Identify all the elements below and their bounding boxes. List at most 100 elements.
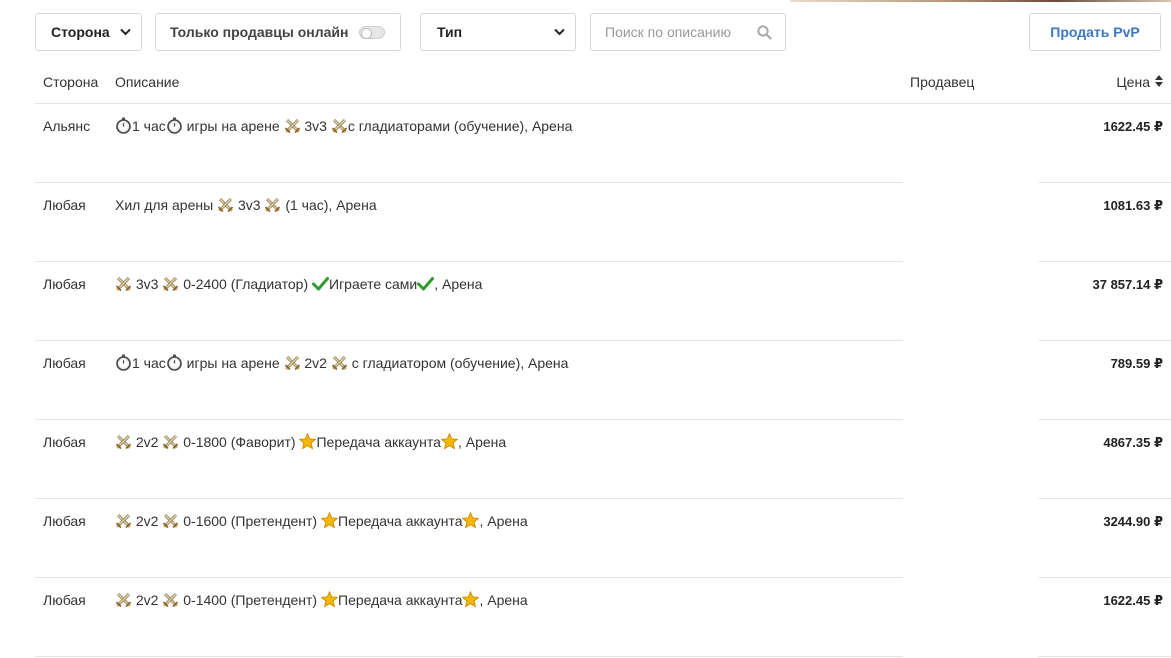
table-row[interactable]: Любая 3v3 0-2400 (Гладиатор) Играете сам… [35,262,1171,341]
row-price: 1081.63 ₽ [1103,198,1163,213]
star-icon [321,591,338,608]
table-row[interactable]: Любая 1 час игры на арене 2v2 с гладиатор… [35,341,1171,420]
crossed-swords-icon [162,591,179,608]
description-text: 1 час [132,354,166,371]
filter-toolbar: Сторона Только продавцы онлайн Тип Прода… [35,13,1161,51]
description-text: игры на арене [182,354,284,371]
crossed-swords-icon [115,591,132,608]
chevron-down-icon [120,28,131,36]
online-sellers-filter[interactable]: Только продавцы онлайн [155,13,401,51]
description-text: с гладиатором (обучение), Арена [347,354,569,371]
star-icon [462,591,480,608]
row-side: Любая [43,197,86,213]
row-description[interactable]: 2v2 0-1600 (Претендент) Передача аккаунт… [115,512,528,529]
description-text: Передача аккаунта [316,433,441,450]
row-side: Любая [43,434,86,450]
crossed-swords-icon [331,117,348,134]
search-input[interactable] [603,14,757,50]
type-select[interactable]: Тип [420,13,576,51]
star-icon [299,433,317,450]
description-text: с гладиаторами (обучение), Арена [347,117,573,134]
price-header-label: Цена [1116,74,1150,90]
stopwatch-icon [166,117,183,134]
description-text: (1 час), Арена [281,196,377,213]
row-price: 1622.45 ₽ [1103,593,1163,608]
description-text: , Арена [479,591,528,608]
crossed-swords-icon [115,275,132,292]
description-text: 3v3 [132,275,163,292]
row-price: 3244.90 ₽ [1103,514,1163,529]
column-header-seller: Продавец [910,74,975,90]
table-row[interactable]: Любая 2v2 0-1600 (Претендент) Передача а… [35,499,1171,578]
crossed-swords-icon [162,433,179,450]
crossed-swords-icon [115,512,132,529]
crossed-swords-icon [284,117,301,134]
crossed-swords-icon [217,196,234,213]
column-header-side: Сторона [43,74,99,90]
table-row[interactable]: Любая Хил для арены 3v3 (1 час), Арена 108… [35,183,1171,262]
table-header: Сторона Описание Продавец Цена [35,60,1171,104]
row-price: 37 857.14 ₽ [1092,277,1164,292]
chevron-down-icon [554,28,565,36]
description-text: Передача аккаунта [338,591,463,608]
star-icon [440,433,458,450]
description-text: 0-2400 (Гладиатор) [179,275,312,292]
description-text: , Арена [479,512,528,529]
stopwatch-icon [115,117,132,134]
description-text: игры на арене [182,117,284,134]
online-sellers-toggle[interactable] [359,26,385,39]
description-text: 3v3 [300,117,331,134]
check-icon [417,275,435,292]
crossed-swords-icon [115,433,132,450]
description-text: 3v3 [234,196,265,213]
table-row[interactable]: Любая 2v2 0-1800 (Фаворит) Передача акка… [35,420,1171,499]
search-icon[interactable] [757,25,772,43]
crossed-swords-icon [331,354,348,371]
crossed-swords-icon [162,275,179,292]
description-text: Хил для арены [115,196,218,213]
table-row[interactable]: Альянс 1 час игры на арене 3v3 с гладиато… [35,104,1171,183]
column-header-price[interactable]: Цена [1116,74,1163,90]
row-description[interactable]: 2v2 0-1400 (Претендент) Передача аккаунт… [115,591,528,608]
crossed-swords-icon [264,196,281,213]
check-icon [312,275,329,292]
row-description[interactable]: 2v2 0-1800 (Фаворит) Передача аккаунта , … [115,433,506,450]
description-text: 2v2 [132,512,163,529]
side-select-label: Сторона [51,24,110,40]
description-text: , Арена [457,433,507,450]
row-price: 4867.35 ₽ [1103,435,1163,450]
row-price: 1622.45 ₽ [1103,119,1163,134]
header-image-strip [790,0,1171,2]
side-select[interactable]: Сторона [35,13,142,51]
row-side: Любая [43,276,86,292]
stopwatch-icon [115,354,132,371]
table-row[interactable]: Любая 2v2 0-1400 (Претендент) Передача а… [35,578,1171,657]
row-description[interactable]: 1 час игры на арене 2v2 с гладиатором (о… [115,354,568,371]
row-description[interactable]: 3v3 0-2400 (Гладиатор) Играете сами , Аре… [115,275,482,292]
row-side: Любая [43,513,86,529]
crossed-swords-icon [284,354,301,371]
toggle-knob [361,28,372,39]
description-text: 2v2 [132,433,163,450]
row-description[interactable]: Хил для арены 3v3 (1 час), Арена [115,196,377,213]
row-price: 789.59 ₽ [1110,356,1163,371]
description-text: 0-1400 (Претендент) [179,591,321,608]
description-text: 2v2 [132,591,163,608]
row-side: Альянс [43,118,91,134]
sell-pvp-button[interactable]: Продать PvP [1029,13,1161,51]
description-text: 0-1800 (Фаворит) [179,433,300,450]
column-header-description: Описание [115,74,180,90]
description-text: Передача аккаунта [338,512,463,529]
sort-icon[interactable] [1155,74,1163,90]
star-icon [321,512,338,529]
description-text: , Арена [434,275,483,292]
description-text: 1 час [132,117,166,134]
stopwatch-icon [166,354,183,371]
search-box [590,13,786,51]
row-description[interactable]: 1 час игры на арене 3v3 с гладиаторами (… [115,117,572,134]
online-sellers-label: Только продавцы онлайн [170,24,349,40]
description-text: 2v2 [300,354,331,371]
row-divider [35,656,903,657]
type-select-label: Тип [437,24,463,40]
crossed-swords-icon [162,512,179,529]
